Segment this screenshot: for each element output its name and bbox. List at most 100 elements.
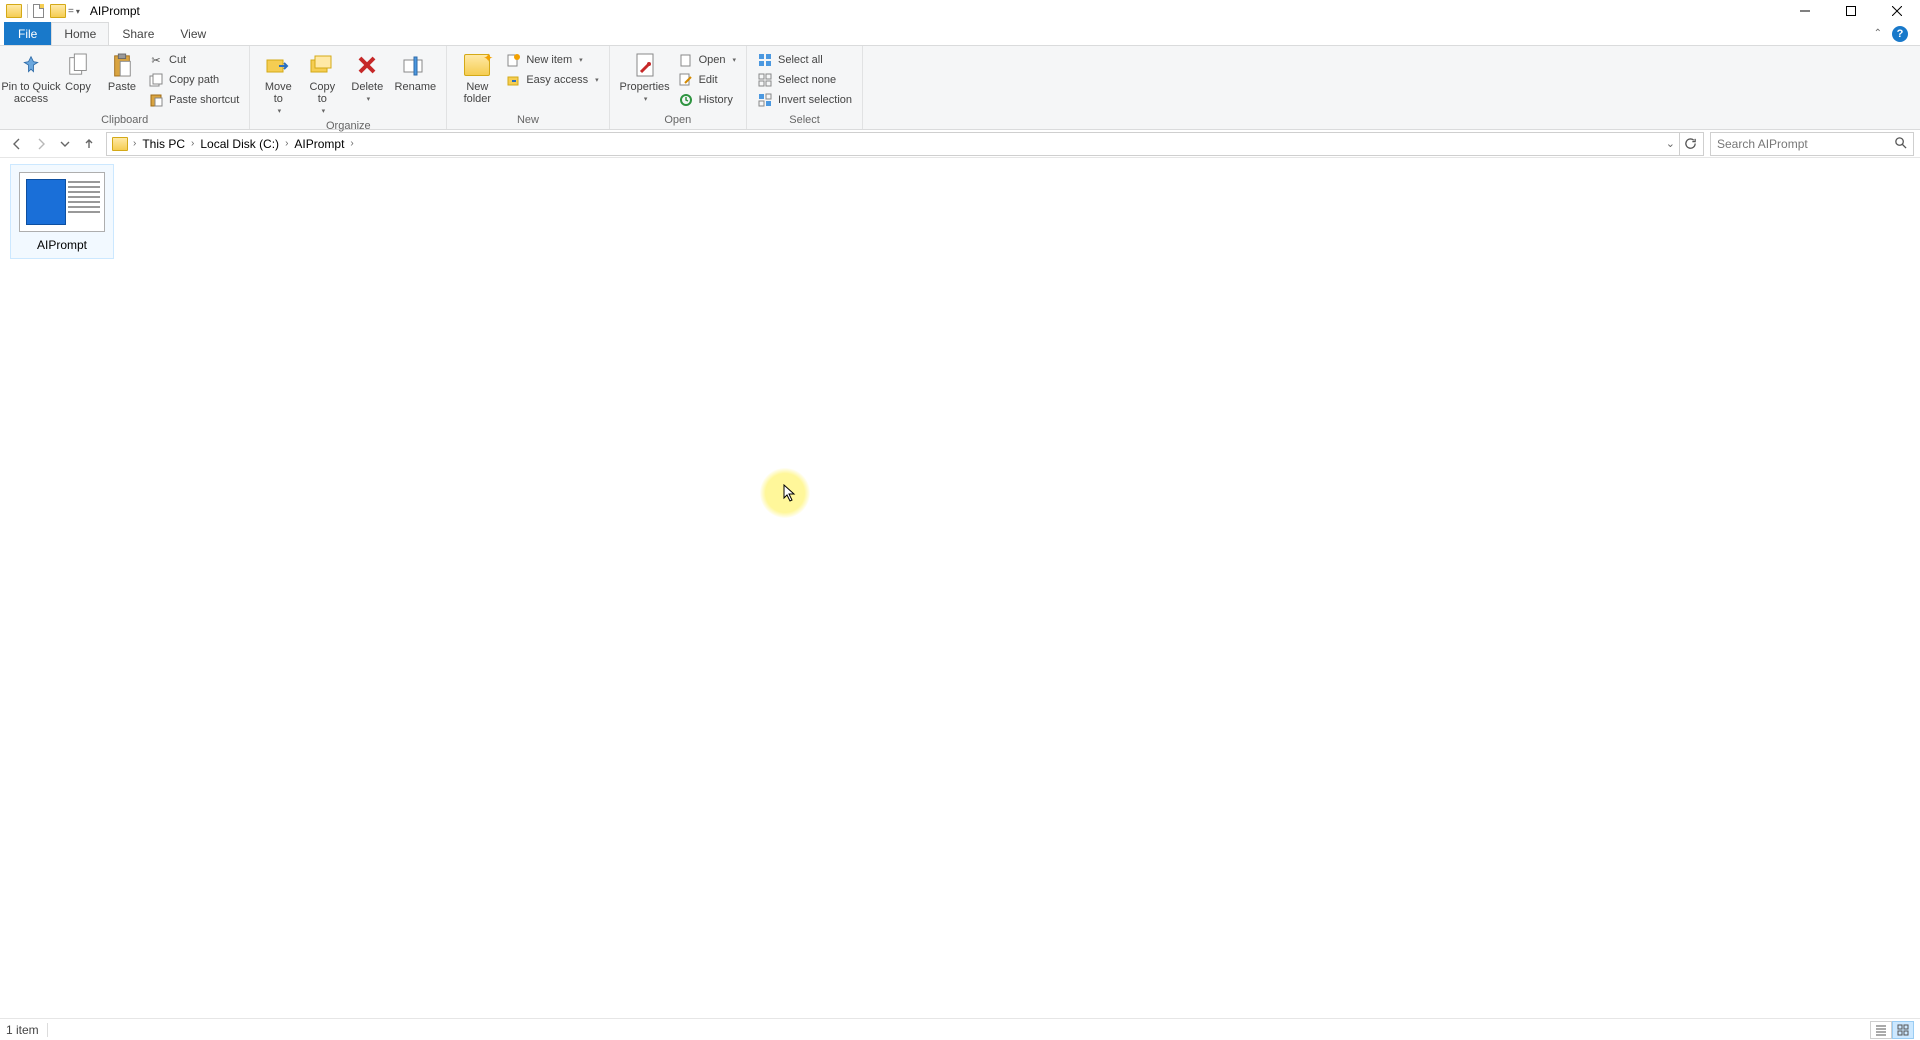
- chevron-right-icon[interactable]: ›: [189, 138, 196, 149]
- quick-access-toolbar: = ▾: [0, 4, 86, 18]
- paste-shortcut-button[interactable]: Paste shortcut: [146, 91, 241, 109]
- button-label: Select none: [778, 74, 836, 86]
- search-input[interactable]: [1717, 137, 1894, 151]
- overflow-icon[interactable]: =: [68, 6, 74, 17]
- separator: [27, 4, 28, 18]
- separator: [47, 1023, 48, 1037]
- group-organize: Move to ▾ Copy to ▾ Delete ▾: [250, 46, 447, 129]
- help-icon[interactable]: ?: [1892, 26, 1908, 42]
- back-button[interactable]: [6, 133, 28, 155]
- maximize-button[interactable]: [1828, 0, 1874, 22]
- item-count: 1 item: [6, 1023, 39, 1037]
- search-icon[interactable]: [1894, 136, 1907, 152]
- tab-file[interactable]: File: [4, 22, 51, 45]
- delete-icon: [353, 51, 381, 79]
- button-label: Copy path: [169, 74, 219, 86]
- rename-button[interactable]: Rename: [390, 49, 440, 95]
- paste-shortcut-icon: [148, 92, 164, 108]
- up-button[interactable]: [78, 133, 100, 155]
- button-label: Open: [699, 54, 726, 66]
- content-area[interactable]: AIPrompt: [0, 158, 1920, 1018]
- view-toggles: [1870, 1021, 1914, 1039]
- select-all-icon: [757, 52, 773, 68]
- button-label: Easy access: [526, 74, 588, 86]
- properties-button[interactable]: Properties ▾: [616, 49, 674, 105]
- invert-selection-button[interactable]: Invert selection: [755, 91, 854, 109]
- tab-view[interactable]: View: [167, 22, 219, 45]
- copy-to-button[interactable]: Copy to ▾: [300, 49, 344, 117]
- file-thumbnail: [19, 172, 105, 232]
- copy-button[interactable]: Copy: [56, 49, 100, 95]
- chevron-down-icon: ▾: [367, 95, 371, 103]
- select-none-icon: [757, 72, 773, 88]
- pin-icon: [17, 51, 45, 79]
- paste-button[interactable]: Paste: [100, 49, 144, 95]
- address-dropdown-icon[interactable]: ⌄: [1666, 137, 1675, 150]
- move-to-button[interactable]: Move to ▾: [256, 49, 300, 117]
- group-label: Clipboard: [0, 114, 249, 129]
- address-bar[interactable]: › This PC › Local Disk (C:) › AIPrompt ›…: [106, 132, 1704, 156]
- tab-share[interactable]: Share: [109, 22, 167, 45]
- breadcrumb-item[interactable]: AIPrompt: [290, 137, 348, 151]
- collapse-ribbon-icon[interactable]: ⌃: [1874, 28, 1882, 39]
- thumbnails-view-button[interactable]: [1892, 1021, 1914, 1039]
- tab-home[interactable]: Home: [51, 22, 109, 45]
- cut-button[interactable]: ✂ Cut: [146, 51, 241, 69]
- button-label: Move to: [265, 81, 292, 105]
- document-icon[interactable]: [33, 4, 44, 18]
- group-new: New folder New item ▾ Easy access ▾: [447, 46, 609, 129]
- move-to-icon: [264, 51, 292, 79]
- paste-icon: [108, 51, 136, 79]
- file-item[interactable]: AIPrompt: [10, 164, 114, 259]
- breadcrumb-item[interactable]: Local Disk (C:): [196, 137, 283, 151]
- ribbon-tabs: File Home Share View ⌃ ?: [0, 22, 1920, 45]
- select-all-button[interactable]: Select all: [755, 51, 854, 69]
- button-label: Rename: [395, 81, 437, 93]
- group-label: New: [447, 114, 608, 129]
- copy-icon: [64, 51, 92, 79]
- chevron-down-icon: ▾: [733, 56, 737, 64]
- chevron-right-icon[interactable]: ›: [283, 138, 290, 149]
- button-label: Edit: [699, 74, 718, 86]
- pin-to-quick-access-button[interactable]: Pin to Quick access: [6, 49, 56, 107]
- close-button[interactable]: [1874, 0, 1920, 22]
- chevron-down-icon: ▾: [595, 76, 599, 84]
- chevron-right-icon[interactable]: ›: [348, 138, 355, 149]
- chevron-right-icon[interactable]: ›: [131, 138, 138, 149]
- history-icon: [678, 92, 694, 108]
- open-button[interactable]: Open ▾: [676, 51, 738, 69]
- delete-button[interactable]: Delete ▾: [344, 49, 390, 105]
- button-label: Delete: [351, 81, 383, 93]
- ribbon: Pin to Quick access Copy Paste ✂ Cut: [0, 45, 1920, 130]
- rename-icon: [401, 51, 429, 79]
- button-label: Copy: [65, 81, 91, 93]
- recent-locations-button[interactable]: [54, 133, 76, 155]
- cursor-icon: [783, 484, 797, 505]
- select-none-button[interactable]: Select none: [755, 71, 854, 89]
- chevron-down-icon: ▾: [579, 56, 583, 64]
- window-title: AIPrompt: [90, 4, 140, 18]
- folder-icon[interactable]: [50, 4, 66, 18]
- group-select: Select all Select none Invert selection …: [747, 46, 863, 129]
- details-view-button[interactable]: [1870, 1021, 1892, 1039]
- new-folder-icon: [463, 51, 491, 79]
- qat-dropdown-icon[interactable]: ▾: [76, 7, 80, 16]
- easy-access-icon: [505, 72, 521, 88]
- history-button[interactable]: History: [676, 91, 738, 109]
- search-box[interactable]: [1710, 132, 1914, 156]
- edit-button[interactable]: Edit: [676, 71, 738, 89]
- new-item-button[interactable]: New item ▾: [503, 51, 600, 69]
- button-label: Select all: [778, 54, 823, 66]
- breadcrumb-item[interactable]: This PC: [138, 137, 189, 151]
- group-label: Open: [610, 114, 746, 129]
- address-bar-row: › This PC › Local Disk (C:) › AIPrompt ›…: [0, 130, 1920, 158]
- cursor-highlight: [760, 468, 810, 518]
- minimize-button[interactable]: [1782, 0, 1828, 22]
- group-label: Select: [747, 114, 862, 129]
- copy-path-button[interactable]: Copy path: [146, 71, 241, 89]
- refresh-button[interactable]: [1679, 133, 1701, 155]
- new-folder-button[interactable]: New folder: [453, 49, 501, 107]
- easy-access-button[interactable]: Easy access ▾: [503, 71, 600, 89]
- scissors-icon: ✂: [148, 52, 164, 68]
- forward-button[interactable]: [30, 133, 52, 155]
